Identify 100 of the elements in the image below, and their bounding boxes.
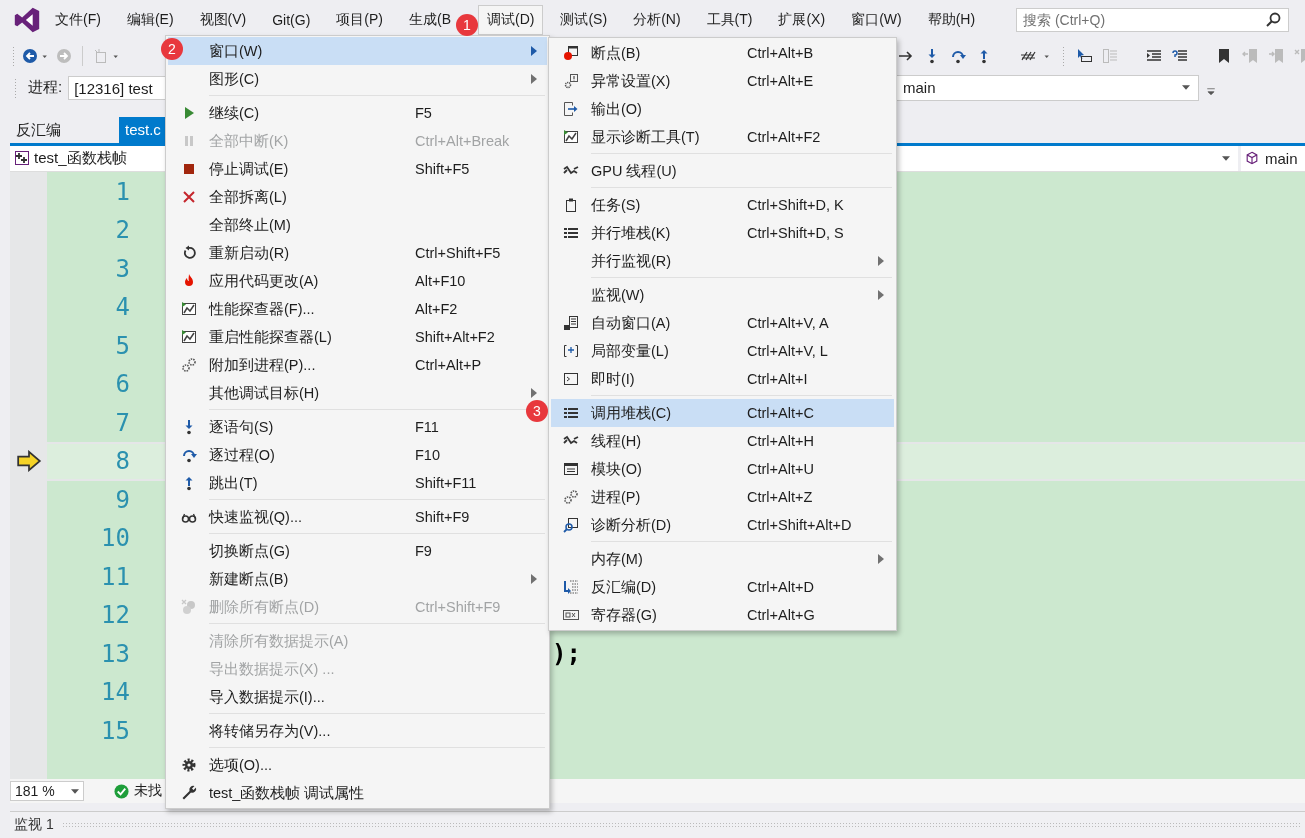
menu-item[interactable]: 重启性能探查器(L) Shift+Alt+F2 <box>168 323 547 351</box>
grip-handle[interactable] <box>1062 46 1066 67</box>
menu-item[interactable]: 进程(P) Ctrl+Alt+Z <box>551 483 894 511</box>
menu-bar-item[interactable]: 测试(S) <box>559 4 609 35</box>
menu-item[interactable]: 重新启动(R) Ctrl+Shift+F5 <box>168 239 547 267</box>
check-icon <box>114 783 129 799</box>
menu-item[interactable]: 停止调试(E) Shift+F5 <box>168 155 547 183</box>
menu-item[interactable]: 附加到进程(P)... Ctrl+Alt+P <box>168 351 547 379</box>
menu-item[interactable]: 应用代码更改(A) Alt+F10 <box>168 267 547 295</box>
menu-bar-item[interactable]: 分析(N) <box>632 4 682 35</box>
list-arrow-icon <box>563 579 579 595</box>
step-badge: 2 <box>161 38 183 60</box>
menu-item[interactable]: 性能探查器(F)... Alt+F2 <box>168 295 547 323</box>
step-over-icon[interactable] <box>950 48 966 65</box>
menu-bar-item[interactable]: 生成(B <box>408 4 452 35</box>
caret-icon <box>71 788 79 794</box>
menu-item[interactable]: 新建断点(B) <box>168 565 547 593</box>
menu-item[interactable]: 诊断分析(D) Ctrl+Shift+Alt+D <box>551 511 894 539</box>
line-number: 7 <box>114 408 130 437</box>
cursor-icon[interactable] <box>1076 48 1092 65</box>
list-icon <box>563 225 579 241</box>
window-icon <box>563 461 579 477</box>
menu-item[interactable]: 显示诊断工具(T) Ctrl+Alt+F2 <box>551 123 894 151</box>
panel-tab[interactable]: 监视 1 <box>10 816 62 835</box>
menu-item[interactable]: 全部拆离(L) <box>168 183 547 211</box>
menu-bar-item[interactable]: 调试(D) <box>478 4 544 35</box>
brackets-icon <box>563 343 579 359</box>
menu-item[interactable]: 继续(C) F5 <box>168 99 547 127</box>
chart-icon <box>180 301 197 317</box>
menu-item[interactable]: 将转储另存为(V)... <box>168 717 547 745</box>
code-text: ); <box>552 639 581 668</box>
document-tab[interactable]: test.c <box>119 116 167 143</box>
menu-item[interactable]: 并行监视(R) <box>551 247 894 275</box>
menu-bar-item[interactable]: 扩展(X) <box>777 4 827 35</box>
line-number: 1 <box>114 177 130 206</box>
menu-item[interactable]: 输出(O) <box>551 95 894 123</box>
menu-item[interactable]: 逐过程(O) F10 <box>168 441 547 469</box>
zoom-dropdown[interactable]: 181 % <box>10 781 84 802</box>
menu-item[interactable]: 快速监视(Q)... Shift+F9 <box>168 503 547 531</box>
process-label: 进程: <box>28 78 63 98</box>
gears-icon <box>563 489 579 505</box>
menu-item[interactable]: 切换断点(G) F9 <box>168 537 547 565</box>
menu-item[interactable]: 断点(B) Ctrl+Alt+B <box>551 39 894 67</box>
menu-item[interactable]: 监视(W) <box>551 281 894 309</box>
menu-item[interactable]: 线程(H) Ctrl+Alt+H <box>551 427 894 455</box>
project-icon <box>14 150 30 167</box>
line-number: 5 <box>114 331 130 360</box>
menu-item[interactable]: 导入数据提示(I)... <box>168 683 547 711</box>
line-number: 9 <box>114 485 130 514</box>
menu-item[interactable]: GPU 线程(U) <box>551 157 894 185</box>
line-number: 4 <box>114 293 130 322</box>
line-number: 12 <box>100 601 130 630</box>
menu-bar-item[interactable]: 编辑(E) <box>125 4 175 35</box>
document-tab[interactable]: 反汇编 <box>10 116 67 143</box>
menu-item[interactable]: 跳出(T) Shift+F11 <box>168 469 547 497</box>
menu-item[interactable]: 任务(S) Ctrl+Shift+D, K <box>551 191 894 219</box>
menu-bar-item[interactable]: 文件(F) <box>54 4 102 35</box>
app-logo[interactable] <box>14 6 40 33</box>
magnifier-icon <box>563 517 579 533</box>
menu-item[interactable]: 寄存器(G) Ctrl+Alt+G <box>551 601 894 629</box>
step-over-icon <box>180 447 197 463</box>
bookmark-icon[interactable] <box>1216 48 1232 65</box>
menu-item[interactable]: 异常设置(X) Ctrl+Alt+E <box>551 67 894 95</box>
search-field[interactable]: 搜索 (Ctrl+Q) <box>1016 7 1289 32</box>
menu-item[interactable]: 自动窗口(A) Ctrl+Alt+V, A <box>551 309 894 337</box>
menu-bar-item[interactable]: 视图(V) <box>198 4 248 35</box>
line-number: 6 <box>114 370 130 399</box>
stack-frame-dropdown[interactable]: main <box>894 74 1199 101</box>
menu-item[interactable]: 调用堆栈(C) Ctrl+Alt+C <box>551 399 894 427</box>
menu-item[interactable]: 并行堆栈(K) Ctrl+Shift+D, S <box>551 219 894 247</box>
output-icon <box>563 101 579 117</box>
document-icon <box>563 315 579 331</box>
menu-item[interactable]: test_函数栈帧 调试属性 <box>168 779 547 807</box>
member-dropdown[interactable]: main <box>1241 145 1305 171</box>
menu-item[interactable]: 反汇编(D) Ctrl+Alt+D <box>551 573 894 601</box>
clipboard-icon <box>563 197 579 213</box>
line-number: 14 <box>100 678 130 707</box>
exception-icon <box>563 73 579 89</box>
menu-item[interactable]: 局部变量(L) Ctrl+Alt+V, L <box>551 337 894 365</box>
line-number: 15 <box>100 716 130 745</box>
breakpoint-window-icon <box>563 45 579 61</box>
step-badge: 1 <box>456 14 478 36</box>
menu-item[interactable]: 内存(M) <box>551 545 894 573</box>
menu-bar-item[interactable]: 工具(T) <box>705 4 754 35</box>
search-icon[interactable] <box>1265 11 1281 28</box>
menu-bar-item[interactable]: 帮助(H) <box>926 4 977 35</box>
menu-bar-item[interactable]: 项目(P) <box>335 4 384 35</box>
grip-handle[interactable] <box>12 46 16 67</box>
caret-icon <box>1222 155 1230 161</box>
status-message: 未找 <box>134 782 162 801</box>
grip-handle[interactable] <box>14 77 18 98</box>
menu-bar-item[interactable]: 窗口(W) <box>850 4 903 35</box>
menu-bar-item[interactable]: Git(G) <box>271 5 312 34</box>
line-number: 13 <box>100 639 130 668</box>
menu-item[interactable]: 全部终止(M) <box>168 211 547 239</box>
menu-item[interactable]: 即时(I) Ctrl+Alt+I <box>551 365 894 393</box>
back-icon[interactable] <box>22 48 38 65</box>
scope-name: test_函数栈帧 <box>34 148 127 168</box>
menu-item[interactable]: 选项(O)... <box>168 751 547 779</box>
menu-item[interactable]: 模块(O) Ctrl+Alt+U <box>551 455 894 483</box>
